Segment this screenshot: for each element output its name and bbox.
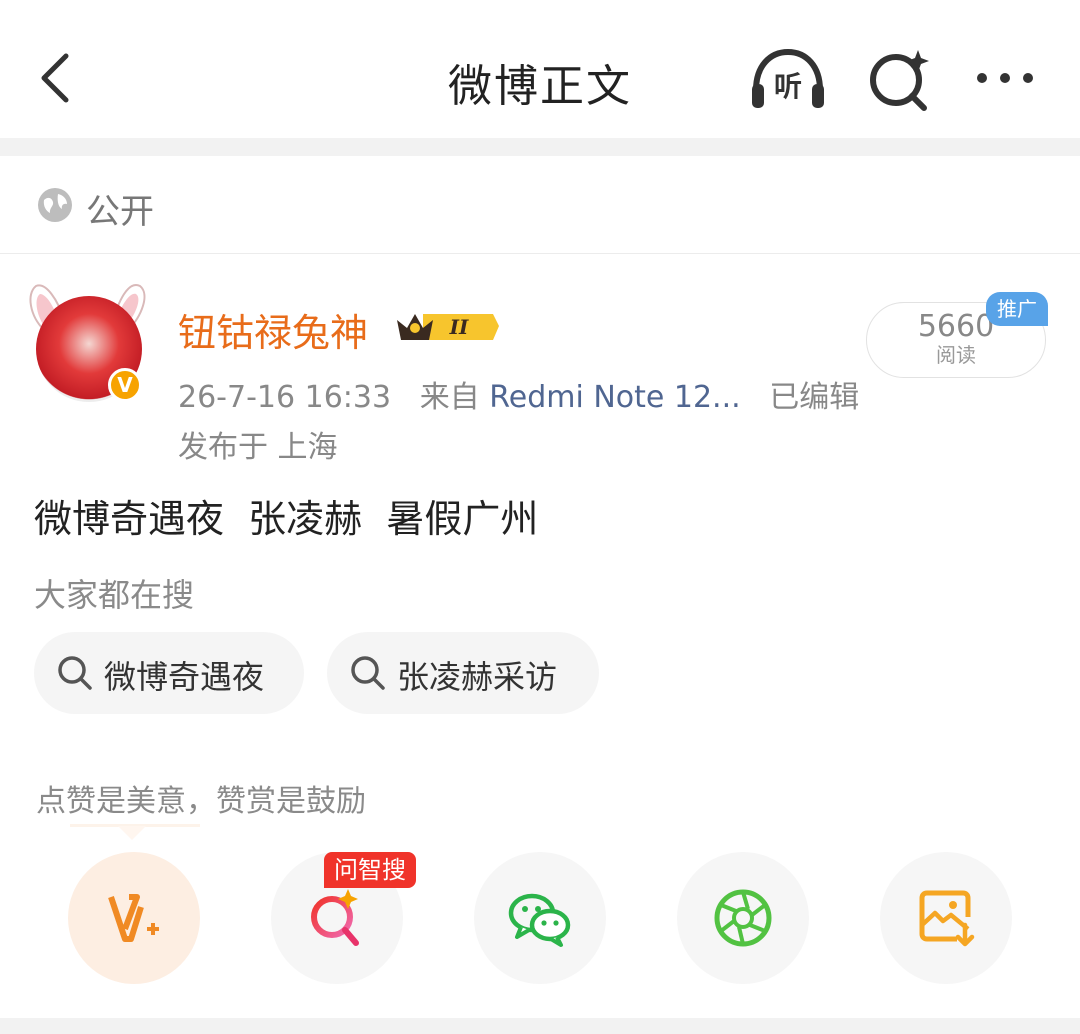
- section-divider: [0, 138, 1080, 156]
- ai-search-badge: 问智搜: [324, 852, 416, 888]
- read-label: 阅读: [936, 343, 976, 367]
- avatar[interactable]: V: [22, 272, 152, 412]
- member-level-text: II: [449, 315, 469, 339]
- verified-badge: V: [108, 368, 142, 402]
- more-icon[interactable]: [970, 44, 1050, 114]
- search-icon: [351, 656, 385, 690]
- author-name[interactable]: 钮钴禄兔神: [178, 302, 368, 357]
- search-chip[interactable]: 微博奇遇夜: [34, 632, 304, 714]
- moments-icon: [714, 889, 772, 947]
- search-icon: [58, 656, 92, 690]
- globe-icon: [38, 188, 72, 222]
- reward-button[interactable]: [68, 852, 200, 984]
- section-divider: [0, 1018, 1080, 1034]
- post-location: 发布于 上海: [178, 430, 338, 465]
- promote-tag[interactable]: 推广: [986, 292, 1048, 326]
- from-label: 来自: [419, 380, 480, 415]
- search-chip-label: 微博奇遇夜: [104, 658, 265, 696]
- share-wechat-button[interactable]: [474, 852, 606, 984]
- member-crown-icon[interactable]: II: [393, 306, 499, 346]
- search-chip[interactable]: 张凌赫采访: [327, 632, 599, 714]
- share-moments-button[interactable]: [677, 852, 809, 984]
- visibility-label: 公开: [86, 192, 154, 232]
- hint-bubble-pointer: [118, 826, 146, 840]
- device-link[interactable]: Redmi Note 12...: [489, 380, 740, 415]
- wechat-icon: [508, 893, 571, 947]
- post-meta: 26-7-16 16:33 来自 Redmi Note 12... 已编辑: [178, 372, 859, 416]
- listen-icon[interactable]: 听: [748, 44, 828, 114]
- save-image-icon: [919, 890, 975, 947]
- ai-search-icon[interactable]: [862, 44, 942, 114]
- search-chip-label: 张凌赫采访: [397, 658, 558, 696]
- save-image-button[interactable]: [880, 852, 1012, 984]
- edited-label[interactable]: 已编辑: [769, 380, 859, 415]
- post-text: 微博奇遇夜 张凌赫 暑假广州: [34, 497, 539, 541]
- related-search-label: 大家都在搜: [34, 576, 195, 614]
- post-time: 26-7-16 16:33: [178, 380, 392, 415]
- reward-icon: [108, 894, 159, 942]
- visibility-row: 公开: [0, 156, 1080, 254]
- ai-search-icon: [311, 889, 359, 946]
- top-nav-bar: 微博正文 听: [0, 0, 1080, 138]
- listen-icon-label: 听: [774, 70, 802, 103]
- reward-hint-text: 点赞是美意，赞赏是鼓励: [36, 784, 366, 819]
